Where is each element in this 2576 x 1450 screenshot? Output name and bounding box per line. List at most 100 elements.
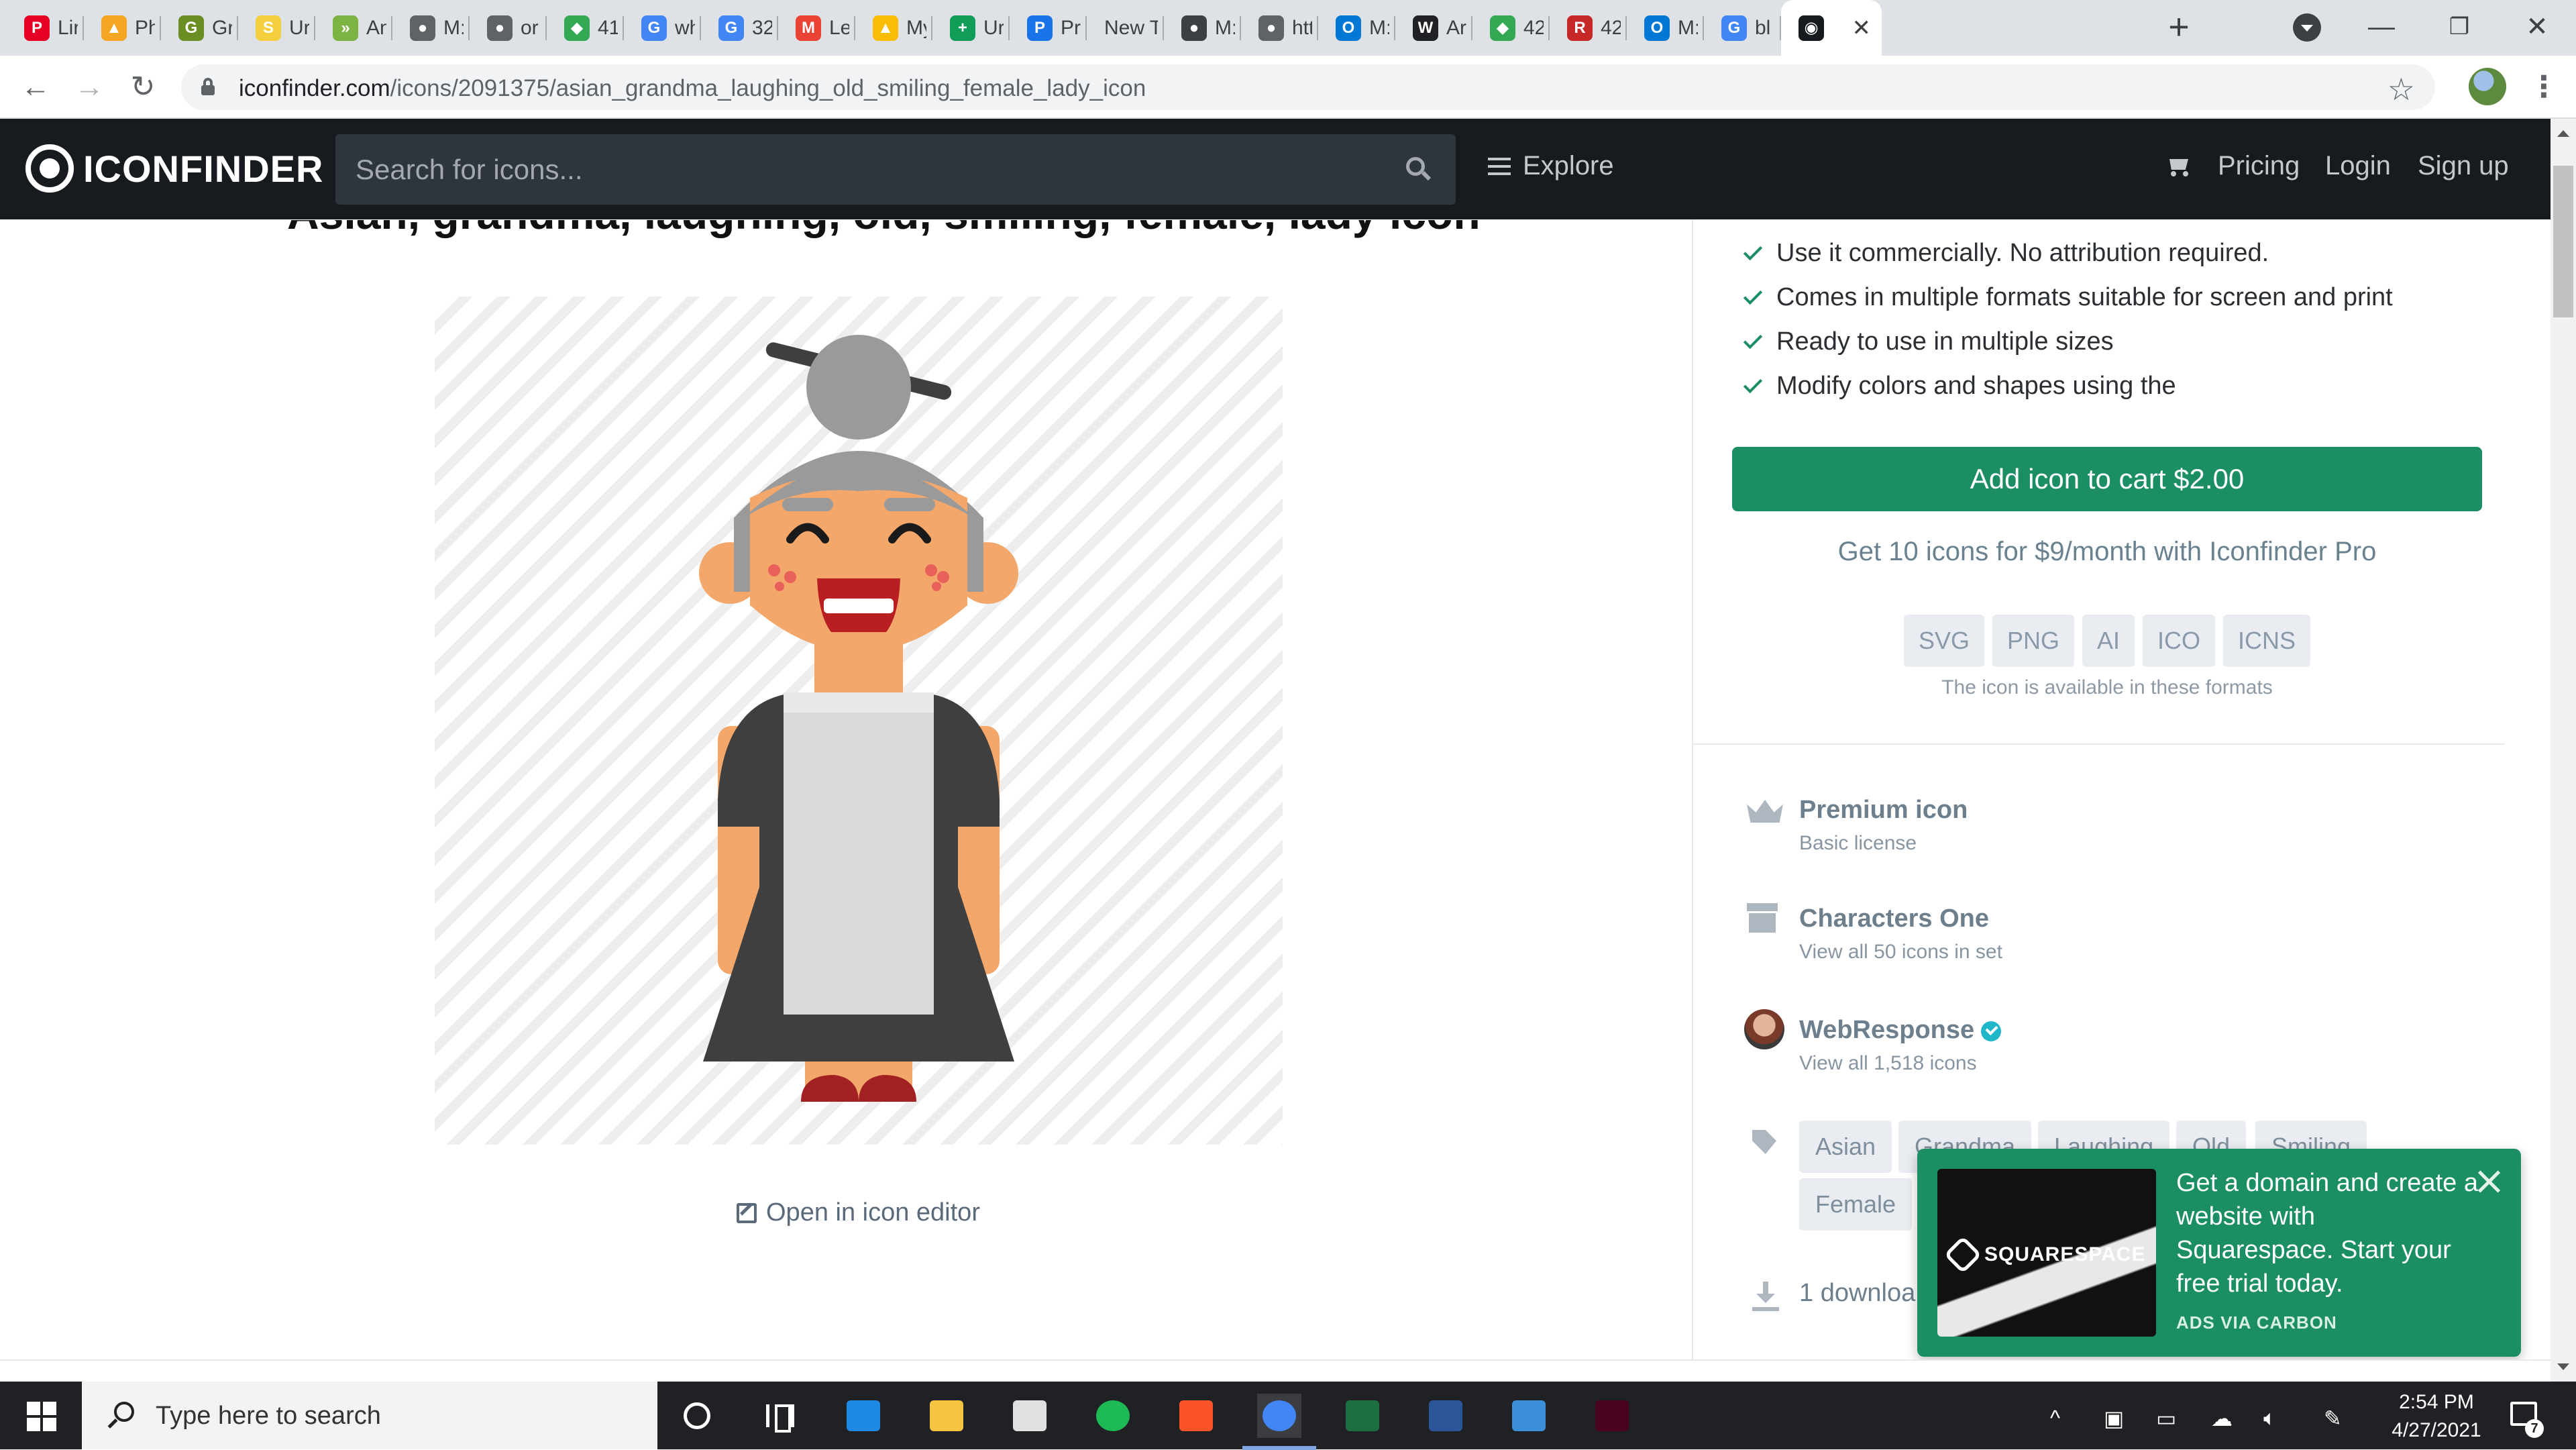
scroll-down-arrow-icon[interactable] — [2557, 1363, 2569, 1376]
browser-tab[interactable]: » An — [315, 0, 392, 56]
windows-start-icon[interactable] — [27, 1402, 56, 1431]
bookmark-star-icon[interactable]: ☆ — [2387, 71, 2415, 107]
pricing-link[interactable]: Pricing — [2218, 151, 2300, 181]
ad-image[interactable]: SQUARESPACE — [1937, 1169, 2156, 1337]
author-icons-link[interactable]: View all 1,518 icons — [1799, 1052, 1977, 1075]
icon-set-link[interactable]: View all 50 icons in set — [1799, 941, 2002, 964]
open-icon-editor-link[interactable]: Open in icon editor — [737, 1198, 980, 1227]
browser-tab[interactable]: ◉ ✕ — [1781, 0, 1882, 56]
browser-tab[interactable]: ● or — [470, 0, 547, 56]
license-title[interactable]: Premium icon — [1799, 796, 1968, 825]
brave-icon[interactable] — [1174, 1394, 1218, 1438]
explore-menu[interactable]: Explore — [1488, 151, 1614, 181]
browser-tab[interactable]: R 42 — [1550, 0, 1627, 56]
reload-button[interactable]: ↻ — [125, 69, 161, 105]
author-avatar[interactable] — [1744, 1009, 1784, 1049]
signup-link[interactable]: Sign up — [2418, 151, 2509, 181]
clock-date[interactable]: 4/27/2021 — [2383, 1419, 2490, 1442]
browser-tab[interactable]: ◆ 42 — [1472, 0, 1550, 56]
ad-via-carbon[interactable]: ADS VIA CARBON — [2176, 1312, 2337, 1333]
photos-icon[interactable] — [1507, 1394, 1551, 1438]
battery-icon[interactable]: ▭ — [2156, 1406, 2176, 1431]
google-icon: G — [1721, 15, 1747, 41]
restore-button[interactable]: ❐ — [2432, 7, 2486, 47]
icon-set-title[interactable]: Characters One — [1799, 904, 1989, 933]
close-tab-icon[interactable]: ✕ — [1852, 15, 1872, 42]
browser-tab[interactable]: S Ur — [238, 0, 315, 56]
browser-tab[interactable]: G Gr — [161, 0, 238, 56]
author-name[interactable]: WebResponse — [1799, 1016, 2002, 1045]
format-ico-button[interactable]: ICO — [2143, 615, 2216, 667]
hamburger-menu-icon — [1488, 157, 1511, 175]
browser-tab[interactable]: W Ar — [1395, 0, 1472, 56]
chevron-up-icon[interactable]: ^ — [2050, 1406, 2060, 1431]
browser-tab[interactable]: ● M: — [1164, 0, 1241, 56]
task-view-icon[interactable] — [758, 1394, 802, 1438]
tab-title: M: — [1369, 16, 1389, 39]
login-link[interactable]: Login — [2325, 151, 2391, 181]
browser-tab[interactable]: New Ta — [1087, 0, 1164, 56]
cortana-icon[interactable] — [675, 1394, 719, 1438]
clock-time[interactable]: 2:54 PM — [2383, 1391, 2490, 1414]
close-window-button[interactable]: ✕ — [2510, 7, 2564, 47]
format-png-button[interactable]: PNG — [1992, 615, 2074, 667]
file-explorer-icon[interactable] — [924, 1394, 969, 1438]
browser-tab[interactable]: G 32 — [701, 0, 778, 56]
add-to-cart-button[interactable]: Add icon to cart $2.00 — [1732, 447, 2482, 511]
mail-icon[interactable] — [841, 1394, 885, 1438]
browser-tab[interactable]: + Ur — [932, 0, 1010, 56]
store-icon[interactable] — [1008, 1394, 1052, 1438]
browser-tab[interactable]: ● htt — [1241, 0, 1318, 56]
volume-icon[interactable]: 🔈︎ — [2263, 1406, 2276, 1431]
minimize-button[interactable]: — — [2355, 7, 2408, 47]
tag-female[interactable]: Female — [1799, 1178, 1913, 1231]
format-icns-button[interactable]: ICNS — [2223, 615, 2311, 667]
browser-tab[interactable]: ◆ 41 — [547, 0, 624, 56]
search-icon[interactable] — [1406, 157, 1432, 181]
browser-tab[interactable]: P Pr — [1010, 0, 1087, 56]
address-bar[interactable]: iconfinder.com/icons/2091375/asian_grand… — [181, 64, 2435, 110]
browser-tab[interactable]: M Le — [778, 0, 855, 56]
display-icon[interactable]: ▣ — [2104, 1406, 2124, 1431]
scroll-thumb[interactable] — [2553, 166, 2573, 317]
license-subtitle: Basic license — [1799, 832, 1917, 854]
ad-text[interactable]: Get a domain and create a website with S… — [2176, 1166, 2478, 1300]
browser-tab[interactable]: ▲ Ph — [84, 0, 161, 56]
iconfinder-logo[interactable]: ICONFINDER — [25, 144, 323, 193]
forward-button[interactable]: → — [71, 69, 107, 105]
browser-tab[interactable]: O M: — [1627, 0, 1704, 56]
scroll-up-arrow-icon[interactable] — [2557, 124, 2569, 137]
profile-avatar[interactable] — [2469, 68, 2506, 105]
browser-tab[interactable]: Gwh — [624, 0, 701, 56]
ad-popup[interactable]: SQUARESPACE Get a domain and create a we… — [1917, 1149, 2521, 1357]
word-icon[interactable] — [1424, 1394, 1468, 1438]
url-host: iconfinder.com — [239, 75, 390, 101]
chrome-icon[interactable] — [1242, 1394, 1316, 1450]
tag-asian[interactable]: Asian — [1799, 1121, 1892, 1173]
back-button[interactable]: ← — [17, 69, 54, 105]
page-scrollbar[interactable] — [2551, 119, 2576, 1382]
onedrive-cloud-icon[interactable]: ☁ — [2211, 1406, 2233, 1431]
cart-icon[interactable] — [2165, 156, 2190, 176]
pen-icon[interactable]: ✎ — [2324, 1406, 2342, 1431]
taskbar-search-box[interactable]: Type here to search — [82, 1382, 657, 1449]
tab-title: M: — [1678, 16, 1698, 39]
chrome-menu-icon[interactable]: ⋮ — [2529, 68, 2559, 107]
excel-icon[interactable] — [1340, 1394, 1385, 1438]
spotify-icon[interactable] — [1091, 1394, 1135, 1438]
search-input[interactable] — [335, 134, 1382, 205]
browser-tab[interactable]: O M: — [1318, 0, 1395, 56]
format-svg-button[interactable]: SVG — [1903, 615, 1984, 667]
verified-badge-icon — [1981, 1021, 2002, 1041]
new-tab-button[interactable]: + — [2159, 7, 2199, 47]
format-ai-button[interactable]: AI — [2082, 615, 2135, 667]
browser-tab[interactable]: ● M: — [392, 0, 470, 56]
indesign-icon[interactable] — [1590, 1394, 1634, 1438]
ad-close-icon[interactable] — [2475, 1168, 2502, 1194]
browser-tab[interactable]: P Lir — [7, 0, 84, 56]
browser-tab[interactable]: ▲ My — [855, 0, 932, 56]
browser-tab[interactable]: Gbl — [1704, 0, 1781, 56]
format-list: SVG PNG AI ICO ICNS — [1732, 615, 2482, 667]
tab-search-button[interactable] — [2293, 13, 2321, 42]
pro-subscription-link[interactable]: Get 10 icons for $9/month with Iconfinde… — [1732, 537, 2482, 567]
